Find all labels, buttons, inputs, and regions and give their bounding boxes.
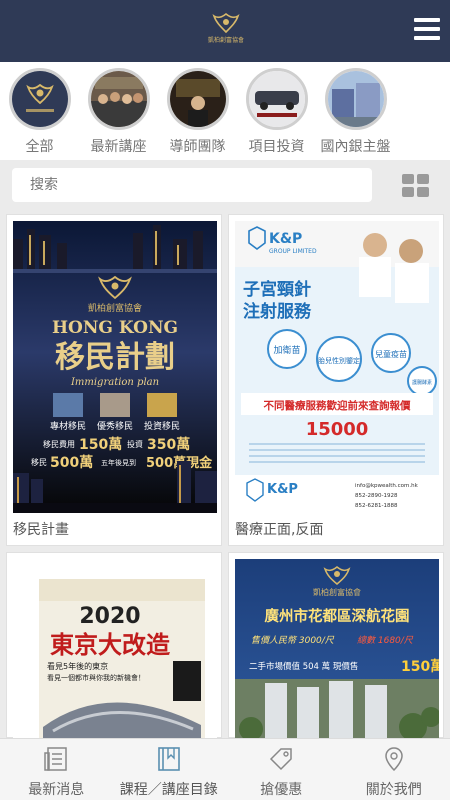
menu-bar — [414, 18, 440, 22]
poster-bubble: 護腸酵素 — [412, 379, 432, 386]
poster-total-line: 總數 1680/尺 — [357, 635, 414, 646]
bottom-tab-bar: 最新消息 課程／講座目錄 搶優惠 關於我們 — [0, 738, 450, 800]
product-image: K&P GROUP LIMITED 子宮頸針 注射服務 加衛苗 胎兒性別鑒定 兒… — [235, 221, 439, 513]
category-thumb — [245, 68, 308, 130]
poster-tag: 優秀移民 — [97, 420, 133, 432]
poster-service2: 注射服務 — [243, 301, 312, 322]
brand-logo-text: 凱柏創富協會 — [208, 37, 245, 44]
tab-label: 課程／講座目錄 — [119, 782, 218, 798]
poster-contact: 852-2890-1928 — [355, 493, 398, 499]
logo-emblem-icon — [212, 12, 240, 34]
menu-bar — [414, 27, 440, 31]
product-card[interactable]: K&P GROUP LIMITED 子宮頸針 注射服務 加衛苗 胎兒性別鑒定 兒… — [228, 214, 444, 546]
poster-fee: 150萬 — [79, 436, 122, 453]
poster-banner: 不同醫療服務歡迎前來查詢報價 — [264, 399, 411, 412]
poster-invest-label: 投資 — [127, 439, 143, 449]
grid-cell — [417, 174, 429, 184]
newspaper-icon — [44, 747, 67, 771]
poster-total-label: 移民 — [31, 457, 47, 467]
brand-logo[interactable]: 凱柏創富協會 — [208, 12, 244, 46]
grid-view-icon[interactable] — [402, 174, 430, 198]
poster-price2: 150萬 — [401, 658, 439, 675]
category-strip: 全部 最新講座 導師團隊 項目投資 國內銀主盤 — [0, 62, 450, 160]
poster-email: info@kpwealth.com.hk — [355, 483, 419, 489]
product-card[interactable]: 2020 東京大改造 看見5年後的東京 看見一個都市與你我的新機會！ — [6, 552, 222, 739]
poster-service: 子宮頸針 — [243, 279, 311, 300]
category-mentor-team[interactable]: 導師團隊 — [158, 62, 237, 160]
tab-latest-news[interactable]: 最新消息 — [0, 739, 113, 800]
poster-bubble: 兒童疫苗 — [375, 349, 407, 359]
poster-line: 看見5年後的東京 — [47, 661, 108, 671]
book-icon — [157, 747, 180, 771]
tab-about-us[interactable]: 關於我們 — [338, 739, 450, 800]
poster-subtitle: Immigration plan — [70, 377, 159, 388]
poster-headline-zh: 移民計劃 — [55, 340, 175, 375]
poster-footer-brand: K&P — [267, 482, 298, 497]
category-label: 項目投資 — [248, 139, 305, 155]
price-tag-icon — [270, 748, 292, 771]
location-pin-icon — [384, 747, 403, 772]
category-label: 導師團隊 — [169, 139, 226, 155]
poster-bubble: 加衛苗 — [273, 344, 300, 356]
category-thumb — [166, 68, 229, 130]
poster-org-text: 凱柏創富協會 — [313, 587, 361, 597]
poster-org-text: 凱柏創富協會 — [88, 302, 142, 314]
hamburger-menu-icon[interactable] — [414, 18, 440, 40]
product-image: 凱柏創富協會 HONG KONG 移民計劃 Immigration plan 專… — [13, 221, 217, 513]
poster-headline-en: HONG KONG — [52, 318, 178, 338]
category-thumb — [324, 68, 387, 130]
poster-total: 500萬 — [50, 454, 93, 471]
category-latest-seminar[interactable]: 最新講座 — [79, 62, 158, 160]
poster-fee-label: 移民費用 — [43, 439, 75, 449]
search-input[interactable] — [12, 168, 372, 202]
product-image: 2020 東京大改造 看見5年後的東京 看見一個都市與你我的新機會！ — [13, 559, 217, 739]
poster-headline2: 東京大改造 — [50, 631, 170, 659]
poster-tag: 專材移民 — [50, 420, 86, 432]
tab-course-catalog[interactable]: 課程／講座目錄 — [113, 739, 226, 800]
tab-deals[interactable]: 搶優惠 — [225, 739, 338, 800]
category-thumb — [8, 68, 71, 130]
category-bank-property[interactable]: 國內銀主盤 — [316, 62, 395, 160]
product-card[interactable]: 凱柏創富協會 廣州市花都區深航花園 售價人民幣 3000/尺 總數 1680/尺… — [228, 552, 444, 739]
poster-line: 看見一個都市與你我的新機會！ — [47, 673, 145, 682]
category-label: 全部 — [25, 139, 54, 155]
grid-cell — [417, 187, 429, 197]
poster-brand-sub: GROUP LIMITED — [269, 248, 317, 255]
app-header: 凱柏創富協會 — [0, 0, 450, 62]
search-bar — [0, 160, 450, 210]
tab-label: 最新消息 — [28, 782, 85, 798]
poster-invest: 350萬 — [147, 436, 190, 453]
product-title: 醫療正面,反面 — [235, 522, 324, 538]
product-title: 移民計畫 — [13, 522, 69, 538]
category-all[interactable]: 全部 — [0, 62, 79, 160]
grid-cell — [402, 174, 414, 184]
poster-headline: 廣州市花都區深航花園 — [265, 607, 410, 625]
product-image: 凱柏創富協會 廣州市花都區深航花園 售價人民幣 3000/尺 總數 1680/尺… — [235, 559, 439, 739]
poster-price: 15000 — [306, 419, 369, 440]
poster-bubble: 胎兒性別鑒定 — [318, 356, 360, 365]
tab-label: 關於我們 — [365, 782, 422, 798]
category-label: 最新講座 — [90, 139, 147, 155]
poster-tag: 投資移民 — [144, 420, 180, 432]
product-card[interactable]: 凱柏創富協會 HONG KONG 移民計劃 Immigration plan 專… — [6, 214, 222, 546]
poster-brand: K&P — [269, 231, 302, 247]
poster-note: 五年後見到 — [101, 458, 136, 467]
poster-second: 二手市場價值 504 萬 現價售 — [249, 661, 358, 672]
tab-label: 搶優惠 — [260, 782, 303, 798]
poster-price-line: 售價人民幣 3000/尺 — [251, 635, 335, 646]
category-project-investment[interactable]: 項目投資 — [237, 62, 316, 160]
grid-cell — [402, 187, 414, 197]
menu-bar — [414, 36, 440, 40]
poster-headline: 2020 — [79, 604, 140, 629]
category-thumb — [87, 68, 150, 130]
poster-contact: 852-6281-1888 — [355, 503, 398, 509]
category-label: 國內銀主盤 — [320, 139, 391, 155]
